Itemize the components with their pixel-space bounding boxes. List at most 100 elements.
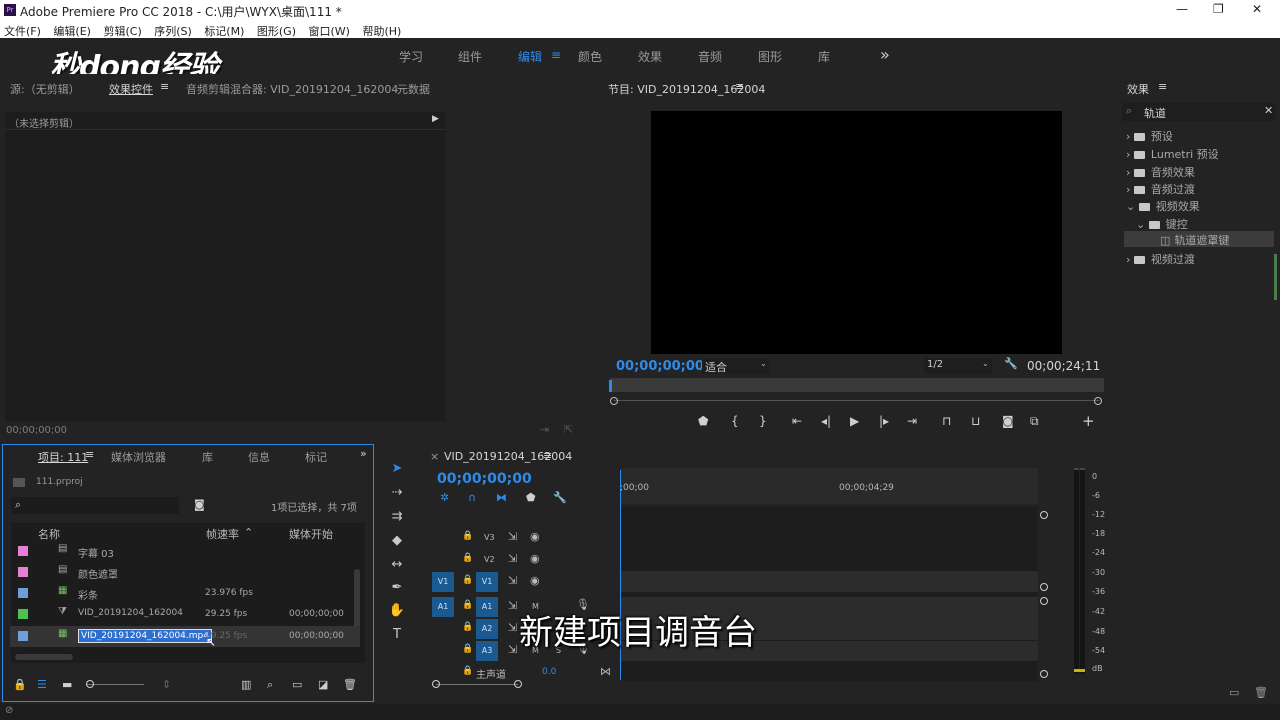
effect-track-matte-key[interactable]: ◫ 轨道遮罩键 — [1124, 231, 1274, 247]
zoom-handle-right[interactable] — [1094, 397, 1102, 405]
label-color-swatch[interactable] — [18, 609, 28, 619]
eye-icon[interactable]: ◉ — [530, 574, 540, 587]
nest-toggle-icon[interactable]: ✲ — [440, 491, 449, 504]
list-item[interactable]: ⧩ VID_20191204_162004 29.25 fps 00;00;00… — [10, 604, 360, 625]
effects-search[interactable]: ⌕ 轨道 ✕ — [1122, 103, 1276, 121]
sync-lock-icon[interactable]: ⇲ — [508, 530, 517, 543]
workspace-libraries[interactable]: 库 — [818, 48, 830, 65]
expand-arrow-icon[interactable]: ▶ — [432, 114, 439, 124]
settings-wrench-icon[interactable]: 🔧 — [553, 491, 567, 504]
track-target-v1[interactable]: V1 — [476, 572, 498, 592]
effect-folder-keying[interactable]: ⌄ 键控 — [1136, 216, 1188, 232]
track-target-a1[interactable]: A1 — [476, 597, 498, 617]
effect-folder-audio-effects[interactable]: › 音频效果 — [1126, 164, 1195, 180]
label-color-swatch[interactable] — [18, 588, 28, 598]
sync-lock-icon[interactable]: ⇲ — [508, 621, 517, 634]
lock-icon[interactable]: 🔒 — [462, 644, 473, 654]
track-target-a2[interactable]: A2 — [476, 619, 498, 639]
new-bin-icon[interactable]: ▭ — [1229, 686, 1239, 699]
ripple-edit-tool-icon[interactable]: ⇉ — [387, 509, 407, 529]
list-item[interactable]: ▦ VID_20191204_162004.mp4 29.25 fps 00;0… — [10, 626, 360, 649]
zoom-bar[interactable] — [610, 397, 1104, 405]
timeline-zoom-bar[interactable] — [436, 684, 518, 685]
linked-selection-icon[interactable]: ⧓ — [496, 491, 507, 504]
lift-icon[interactable]: ⊓ — [942, 414, 951, 428]
effect-folder-audio-transitions[interactable]: › 音频过渡 — [1126, 181, 1195, 197]
project-search-input[interactable]: ⌕ — [11, 497, 179, 514]
workspace-editing[interactable]: 编辑 — [518, 48, 542, 65]
workspace-effects[interactable]: 效果 — [638, 48, 662, 65]
lock-icon[interactable]: 🔒 — [462, 531, 473, 541]
tab-metadata[interactable]: 元数据 — [397, 81, 430, 97]
eye-icon[interactable]: ◉ — [530, 552, 540, 565]
a-scroll-handle[interactable] — [1040, 597, 1048, 605]
project-menu-icon[interactable]: ≡ — [85, 448, 94, 461]
program-menu-icon[interactable]: ≡ — [735, 80, 744, 93]
menu-window[interactable]: 窗口(W) — [309, 25, 350, 38]
sync-lock-icon[interactable]: ⇲ — [508, 552, 517, 565]
type-tool-icon[interactable]: T — [387, 627, 407, 647]
sort-icon[interactable]: ⇕ — [162, 678, 171, 691]
sync-lock-icon[interactable]: ⇲ — [508, 599, 517, 612]
source-patch-v1[interactable]: V1 — [432, 572, 454, 592]
tab-audio-clip-mixer[interactable]: 音频剪辑混合器: VID_20191204_162004 — [186, 81, 398, 97]
filter-icon[interactable]: ⇥ — [540, 423, 549, 436]
menu-marker[interactable]: 标记(M) — [204, 25, 244, 38]
menu-graphics[interactable]: 图形(G) — [257, 25, 296, 38]
new-bin-icon[interactable]: ▭ — [292, 678, 302, 691]
clear-search-icon[interactable]: ✕ — [1264, 104, 1273, 117]
master-volume[interactable]: 0.0 — [542, 667, 556, 677]
workspace-learn[interactable]: 学习 — [399, 48, 423, 65]
wrench-icon[interactable]: 🔧 — [1004, 357, 1018, 370]
zoom-handle-left[interactable] — [610, 397, 618, 405]
snap-icon[interactable]: ∩ — [468, 491, 476, 504]
resolution-dropdown[interactable]: 1/2 ⌄ — [924, 358, 992, 374]
v-scroll-handle[interactable] — [1040, 583, 1048, 591]
extract-icon[interactable]: ⊔ — [971, 414, 980, 428]
effect-folder-lumetri[interactable]: › Lumetri 预设 — [1126, 146, 1219, 162]
lock-icon[interactable]: 🔒 — [13, 678, 27, 691]
sync-lock-icon[interactable]: ⇲ — [508, 643, 517, 656]
mark-out-icon[interactable]: } — [759, 414, 767, 428]
list-item[interactable]: ▦ 彩条 23.976 fps — [10, 583, 360, 604]
v-scroll-handle[interactable] — [1040, 511, 1048, 519]
go-to-out-icon[interactable]: ⇥ — [907, 414, 917, 428]
tab-info[interactable]: 信息 — [248, 449, 270, 465]
timeline-timecode[interactable]: 00;00;00;00 — [437, 471, 532, 487]
playhead-marker[interactable] — [609, 380, 612, 392]
mark-in-icon[interactable]: { — [731, 414, 739, 428]
column-name[interactable]: 名称 — [38, 526, 60, 542]
track-select-tool-icon[interactable]: ⇢ — [387, 485, 407, 505]
workspace-graphics[interactable]: 图形 — [758, 48, 782, 65]
label-color-swatch[interactable] — [18, 631, 28, 641]
horizontal-scrollbar[interactable] — [15, 654, 73, 660]
end-marker-icon[interactable]: ⋈ — [600, 665, 611, 678]
menu-file[interactable]: 文件(F) — [4, 25, 41, 38]
track-target-a3[interactable]: A3 — [476, 641, 498, 661]
column-media-start[interactable]: 媒体开始 — [289, 526, 333, 542]
source-patch-a1[interactable]: A1 — [432, 597, 454, 617]
workspace-menu-icon[interactable]: ≡ — [551, 48, 561, 62]
razor-tool-icon[interactable]: ◆ — [387, 533, 407, 553]
new-item-icon[interactable]: ◪ — [318, 678, 328, 691]
tab-project[interactable]: 项目: 111 — [38, 449, 88, 465]
delete-icon[interactable]: 🗑 — [1254, 686, 1268, 699]
lock-icon[interactable]: 🔒 — [462, 600, 473, 610]
lock-icon[interactable]: 🔒 — [462, 553, 473, 563]
icon-view-icon[interactable]: ▬ — [62, 678, 72, 691]
time-ruler[interactable]: ;00;00 00;00;04;29 — [620, 468, 1038, 504]
tab-libraries[interactable]: 库 — [202, 449, 213, 465]
lock-icon[interactable]: 🔒 — [462, 575, 473, 585]
new-search-bin-icon[interactable]: ◙ — [194, 498, 205, 511]
zoom-slider[interactable] — [86, 684, 144, 685]
a-scroll-handle[interactable] — [1040, 670, 1048, 678]
sort-ascending-icon[interactable]: ⌃ — [244, 526, 253, 539]
list-view-icon[interactable]: ☰ — [37, 678, 47, 691]
delete-icon[interactable]: 🗑 — [343, 678, 357, 691]
step-forward-icon[interactable]: |▸ — [879, 414, 889, 428]
play-icon[interactable]: ▶ — [850, 414, 859, 428]
minimize-button[interactable]: — — [1176, 2, 1188, 16]
tab-effect-controls[interactable]: 效果控件 — [109, 81, 153, 97]
lock-icon[interactable]: 🔒 — [462, 622, 473, 632]
label-color-swatch[interactable] — [18, 546, 28, 556]
